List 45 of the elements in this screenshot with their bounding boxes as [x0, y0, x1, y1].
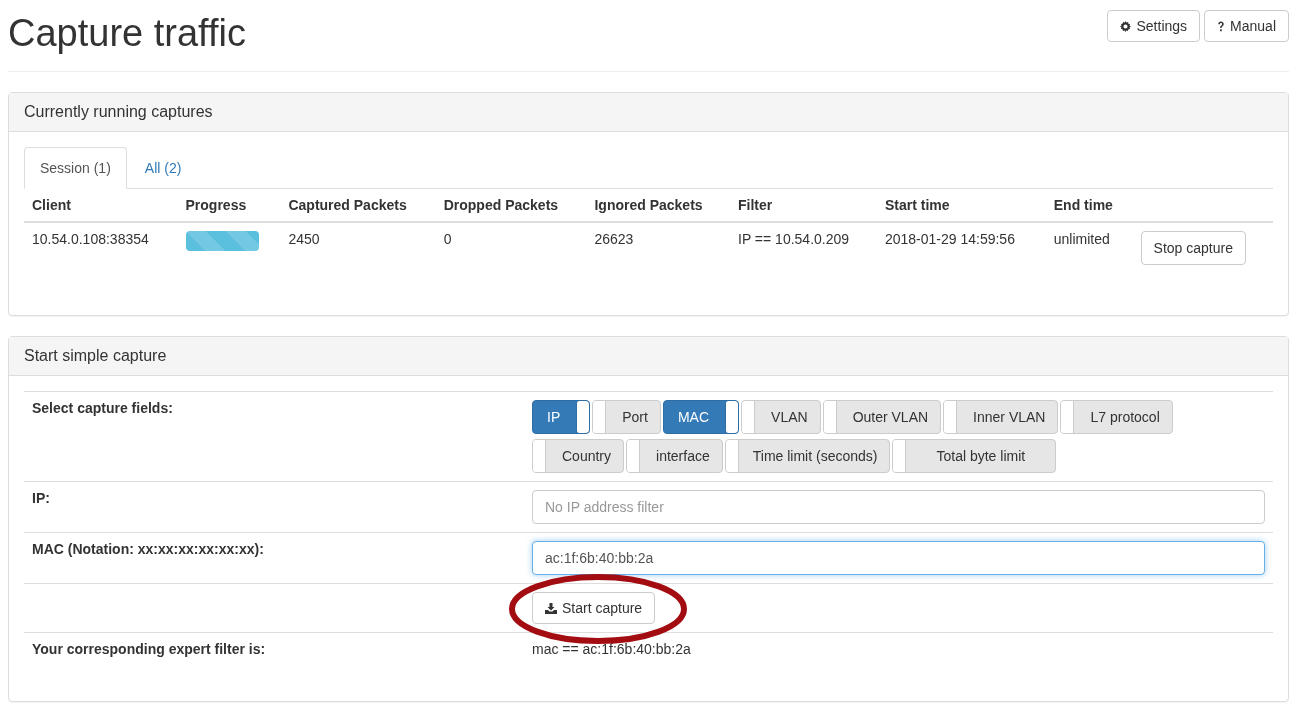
- column-header: End time: [1045, 189, 1133, 222]
- field-toggle[interactable]: VLAN: [741, 400, 821, 434]
- table-cell: IP == 10.54.0.209: [738, 231, 850, 247]
- field-label: Select capture fields:: [32, 400, 174, 418]
- field-toggle[interactable]: Port: [592, 400, 661, 434]
- panel-heading: Start simple capture: [9, 337, 1288, 376]
- column-header: Ignored Packets: [586, 189, 730, 222]
- header-button[interactable]: Manual: [1204, 10, 1289, 42]
- field-label: IP:: [32, 490, 51, 508]
- column-header: Progress: [177, 189, 281, 222]
- field-toggle[interactable]: Country: [532, 439, 625, 473]
- table-cell: 10.54.0.108:38354: [32, 231, 149, 247]
- field-toggle[interactable]: interface: [626, 439, 723, 473]
- question-icon: [1217, 20, 1226, 32]
- field-toggle[interactable]: Inner VLAN: [943, 400, 1059, 434]
- field-toggle[interactable]: IP: [532, 400, 591, 434]
- field-toggle[interactable]: MAC: [662, 400, 740, 434]
- table-cell: unlimited: [1053, 231, 1110, 247]
- field-toggle[interactable]: L7 protocol: [1060, 400, 1173, 434]
- field-label: Your corresponding expert filter is:: [32, 641, 267, 657]
- input-field[interactable]: ac:1f:6b:40:bb:2a: [532, 541, 1265, 575]
- header-button[interactable]: Settings: [1107, 10, 1201, 42]
- input-field[interactable]: No IP address filter: [532, 490, 1265, 524]
- start-capture-button[interactable]: Start capture: [532, 592, 656, 624]
- table-cell: 26623: [594, 231, 634, 247]
- tab[interactable]: All (2): [128, 147, 198, 189]
- field-label: MAC (Notation: xx:xx:xx:xx:xx:xx):: [32, 541, 265, 559]
- table-cell: 2450: [288, 231, 320, 247]
- field-toggle[interactable]: Outer VLAN: [822, 400, 942, 434]
- column-header: Client: [24, 189, 178, 222]
- table-cell: 2018-01-29 14:59:56: [884, 231, 1015, 247]
- page-title: Capture traffic: [8, 12, 246, 55]
- download-icon: [545, 602, 557, 614]
- expert-filter-text: mac == ac:1f:6b:40:bb:2a: [532, 641, 692, 657]
- field-toggle[interactable]: Total byte limit: [892, 439, 1057, 473]
- column-header: Dropped Packets: [435, 189, 587, 222]
- column-header: Start time: [876, 189, 1046, 222]
- tab[interactable]: Session (1): [24, 147, 127, 189]
- column-header: Filter: [730, 189, 877, 222]
- field-toggle[interactable]: Time limit (seconds): [724, 439, 891, 473]
- panel-heading: Currently running captures: [9, 93, 1288, 132]
- gear-icon: [1120, 20, 1132, 32]
- column-header: Captured Packets: [280, 189, 436, 222]
- stop-capture-button[interactable]: Stop capture: [1140, 231, 1246, 265]
- table-cell: 0: [443, 231, 452, 247]
